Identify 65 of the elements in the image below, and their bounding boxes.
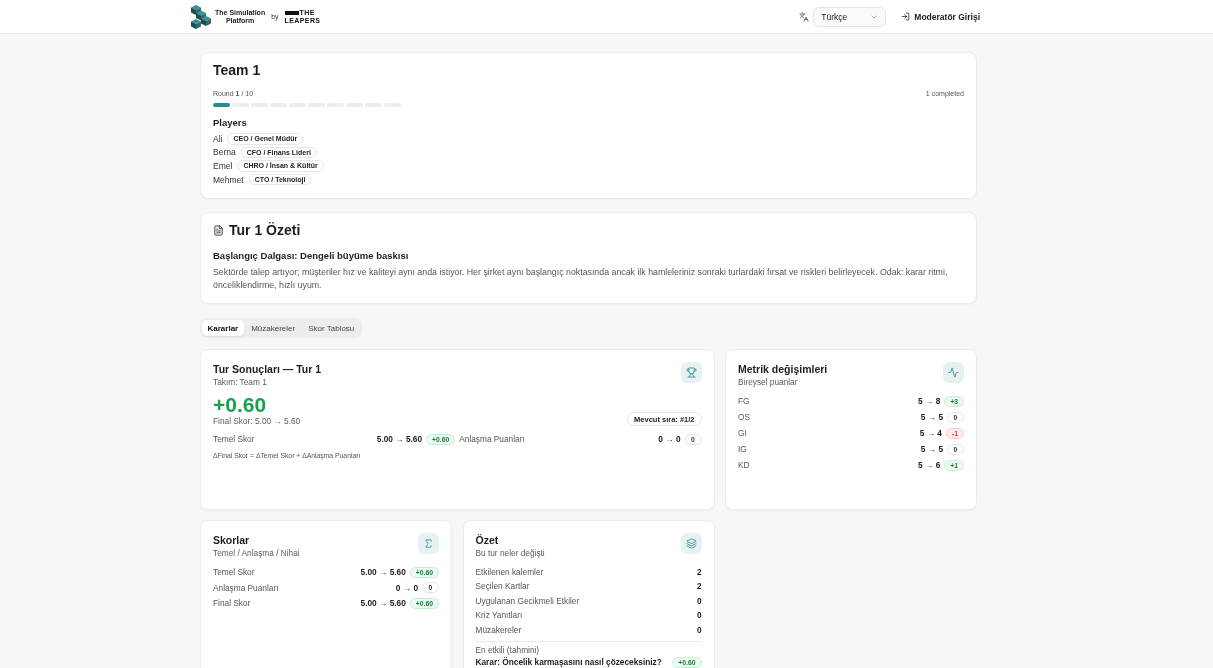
value-change: 5 → 6: [918, 460, 941, 471]
row-value: 2: [696, 566, 702, 577]
card-title: Tur Sonuçları — Tur 1: [213, 362, 322, 378]
row-label: IG: [738, 444, 747, 455]
row-label: Anlaşma Puanları: [459, 434, 525, 445]
decision-title: Karar: Öncelik karmaşasını nasıl çözeceksiniz?: [475, 657, 662, 668]
row-label: Müzakereler: [475, 625, 522, 636]
player-name: Mehmet: [213, 174, 244, 185]
document-icon: [213, 224, 224, 236]
row-label: OS: [738, 412, 750, 423]
card-subtitle: Temel / Anlaşma / Nihai: [213, 548, 300, 560]
player-name: Ali: [213, 133, 223, 144]
cubes-logo-icon: [190, 3, 212, 30]
card-title: Özet: [475, 533, 500, 549]
card-title: Skorlar: [213, 533, 251, 549]
row-label: Temel Skor: [213, 567, 255, 578]
translate-icon: [799, 11, 810, 22]
summary-headline: Başlangıç Dalgası: Dengeli büyüme baskısı: [213, 249, 410, 263]
row-label: Anlaşma Puanları: [213, 582, 279, 593]
tab[interactable]: Skor Tablosu: [302, 320, 360, 337]
logo-bar-icon: [284, 10, 299, 15]
value-change: 5 → 8: [918, 396, 941, 407]
team-title: Team 1: [213, 61, 262, 79]
moderator-login-button[interactable]: Moderatör Girişi: [901, 11, 980, 22]
row-label: Seçilen Kartlar: [475, 581, 530, 592]
row-label: Uygulanan Gecikmeli Etkiler: [475, 595, 580, 606]
card-subtitle: Bireysel puanlar: [738, 377, 799, 389]
value-change: 5.00 → 5.60: [360, 567, 406, 578]
final-score-text: Final Skor: 5.00 → 5.60: [213, 416, 301, 428]
summary-title: Tur 1 Özeti: [229, 221, 301, 240]
card-title: Metrik değişimleri: [738, 362, 828, 378]
value-change: 5.00 → 5.60: [360, 598, 406, 609]
value-change: 5 → 5: [920, 412, 943, 423]
pulse-icon: [943, 362, 964, 384]
player-name: Berna: [213, 147, 236, 158]
row-label: Temel Skor: [213, 434, 255, 445]
row-label: Final Skor: [213, 598, 251, 609]
row-value: 2: [696, 581, 702, 592]
row-value: 0: [696, 625, 702, 636]
score-delta: +0.60: [213, 394, 268, 417]
value-change: 5.00 → 5.60: [376, 434, 423, 445]
card-subtitle: Bu tur neler değişti: [475, 548, 545, 560]
summary-text: Sektörde talep artıyor; müşteriler hız ve kaliteyi aynı anda istiyor. Her şirket aynı başlangıç noktasında ancak ilk hamleleriniz sonraki turlardaki fırsat ve riskleri belirleyecek. Odak: karar ritmi, önceliklendirme, hızlı uyum.: [213, 266, 949, 293]
value-change: 0 → 0: [395, 582, 418, 593]
row-label: KD: [738, 460, 750, 471]
value-change: 5 → 5: [920, 444, 943, 455]
most-effective-label: En etkili (tahmini): [475, 645, 541, 657]
row-label: Kriz Yanıtları: [475, 610, 523, 621]
players-heading: Players: [213, 117, 248, 129]
layers-icon: [680, 533, 702, 555]
value-change: 5 → 4: [919, 428, 942, 439]
card-subtitle: Takım: Team 1: [213, 377, 268, 389]
row-value: 0: [696, 610, 702, 621]
tab[interactable]: Müzakereler: [245, 320, 301, 337]
row-label: GI: [738, 428, 747, 439]
tab[interactable]: Kararlar: [202, 320, 244, 337]
row-value: 0: [696, 595, 702, 606]
player-name: Emel: [213, 161, 233, 171]
sigma-icon: [418, 533, 439, 555]
login-icon: [901, 12, 911, 21]
row-label: Etkilenen kalemler: [475, 566, 544, 577]
language-select[interactable]: Türkçe: [813, 6, 887, 27]
value-change: 0 → 0: [658, 434, 681, 445]
trophy-icon: [680, 362, 702, 384]
row-label: FG: [738, 396, 750, 407]
